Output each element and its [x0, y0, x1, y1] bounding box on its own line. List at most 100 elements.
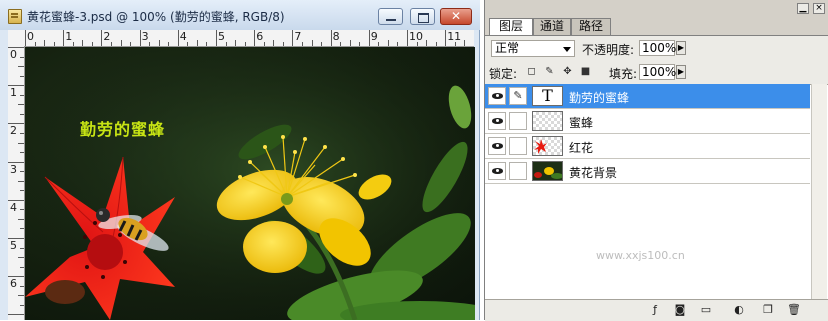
ruler-tick: [426, 40, 427, 46]
ruler-number: 5: [10, 239, 17, 252]
lock-all-icon[interactable]: ■: [580, 66, 591, 77]
ruler-tick: [20, 228, 24, 229]
close-icon: ✕: [441, 9, 471, 24]
visibility-toggle[interactable]: [488, 162, 506, 180]
document-window: 黄花蜜蜂-3.psd @ 100% (勤劳的蜜蜂, RGB/8) ✕ 01234…: [0, 0, 480, 320]
close-button[interactable]: ✕: [440, 8, 472, 25]
image-canvas[interactable]: 勤劳的蜜蜂: [25, 47, 475, 320]
vertical-ruler[interactable]: 0123456: [8, 46, 25, 320]
tab-channels[interactable]: 通道: [533, 18, 571, 35]
background-thumbnail: [533, 162, 562, 180]
ruler-tick: [464, 40, 465, 46]
layer-style-icon[interactable]: ƒ: [648, 303, 662, 317]
lock-image-pixels-icon[interactable]: ✎: [544, 66, 555, 77]
ruler-tick: [111, 42, 112, 46]
ruler-tick: [18, 257, 24, 258]
ruler-number: 0: [10, 48, 17, 61]
ruler-number: 3: [10, 163, 17, 176]
visibility-toggle[interactable]: [488, 87, 506, 105]
layer-thumbnail: [532, 136, 563, 156]
layer-name: 黄花背景: [569, 164, 617, 181]
canvas-artwork: [25, 47, 475, 320]
ruler-tick: [63, 30, 64, 46]
link-toggle[interactable]: [509, 162, 527, 180]
layer-name: 勤劳的蜜蜂: [569, 89, 629, 106]
chevron-right-icon: ▶: [678, 43, 684, 52]
ruler-number: 6: [10, 277, 17, 290]
layers-bottom-toolbar: ƒ ◙ ▭ ◐ ❐ 🗑: [485, 299, 828, 321]
close-icon: ×: [815, 3, 823, 13]
brush-link-toggle[interactable]: ✎: [509, 87, 527, 105]
opacity-slider-button[interactable]: ▶: [676, 41, 686, 55]
ruler-tick: [321, 42, 322, 46]
link-toggle[interactable]: [509, 112, 527, 130]
ruler-tick: [20, 57, 24, 58]
ruler-number: 2: [103, 30, 110, 43]
minimize-button[interactable]: [378, 8, 403, 25]
red-flower-thumbnail: [533, 137, 562, 155]
ruler-number: 1: [65, 30, 72, 43]
ruler-tick: [197, 40, 198, 46]
canvas-text-layer[interactable]: 勤劳的蜜蜂: [80, 116, 165, 140]
layer-name: 蜜蜂: [569, 114, 593, 131]
adjustment-layer-icon[interactable]: ◐: [732, 303, 746, 317]
ruler-tick: [407, 30, 408, 46]
blend-mode-select[interactable]: 正常: [491, 40, 575, 57]
ruler-tick: [264, 42, 265, 46]
ruler-number: 3: [142, 30, 149, 43]
tab-layers[interactable]: 图层: [489, 18, 533, 36]
ruler-tick: [25, 30, 26, 46]
opacity-input[interactable]: 100%: [639, 40, 675, 56]
ruler-tick: [82, 40, 83, 46]
ruler-tick: [18, 219, 24, 220]
ruler-tick: [121, 40, 122, 46]
ruler-number: 9: [371, 30, 378, 43]
ruler-tick: [20, 95, 24, 96]
ruler-tick: [20, 190, 24, 191]
ruler-tick: [18, 143, 24, 144]
layer-row-red-flower[interactable]: 红花: [485, 134, 810, 159]
visibility-toggle[interactable]: [488, 137, 506, 155]
document-titlebar[interactable]: 黄花蜜蜂-3.psd @ 100% (勤劳的蜜蜂, RGB/8) ✕: [0, 0, 480, 30]
ruler-number: 1: [10, 86, 17, 99]
ruler-tick: [35, 42, 36, 46]
fill-slider-button[interactable]: ▶: [676, 65, 686, 79]
link-toggle[interactable]: [509, 137, 527, 155]
layers-scrollbar[interactable]: [811, 84, 827, 299]
new-layer-icon[interactable]: ❐: [761, 303, 775, 317]
ruler-tick: [168, 42, 169, 46]
lock-position-icon[interactable]: ✥: [562, 66, 573, 77]
delete-layer-icon[interactable]: 🗑: [787, 303, 801, 317]
layer-thumbnail: T: [532, 86, 563, 106]
minimize-icon: ▁: [800, 3, 807, 13]
ruler-tick: [20, 209, 24, 210]
layer-row-bee[interactable]: 蜜蜂: [485, 109, 810, 134]
ruler-tick: [388, 40, 389, 46]
layer-thumbnail: [532, 161, 563, 181]
minimize-icon: [386, 19, 396, 21]
ruler-tick: [18, 66, 24, 67]
ruler-number: 0: [27, 30, 34, 43]
layer-row-background[interactable]: 黄花背景: [485, 159, 810, 184]
ruler-tick: [20, 152, 24, 153]
lock-transparent-pixels-icon[interactable]: ◻: [526, 66, 537, 77]
tab-paths[interactable]: 路径: [571, 18, 611, 35]
panel-minimize-button[interactable]: ▁: [797, 3, 809, 14]
ruler-tick: [445, 30, 446, 46]
ruler-tick: [369, 30, 370, 46]
blend-mode-value: 正常: [495, 41, 519, 55]
ruler-tick: [359, 42, 360, 46]
layer-mask-icon[interactable]: ◙: [673, 303, 687, 317]
eye-icon: [492, 143, 503, 149]
fill-input[interactable]: 100%: [639, 64, 675, 80]
horizontal-ruler[interactable]: 01234567891011: [8, 30, 474, 47]
new-group-icon[interactable]: ▭: [699, 303, 713, 317]
ruler-tick: [397, 42, 398, 46]
ruler-number: 2: [10, 124, 17, 137]
watermark-text: www.xxjs100.cn: [596, 249, 685, 262]
ruler-tick: [20, 267, 24, 268]
visibility-toggle[interactable]: [488, 112, 506, 130]
panel-close-button[interactable]: ×: [813, 3, 825, 14]
layer-row-text[interactable]: ✎ T 勤劳的蜜蜂: [485, 84, 810, 109]
maximize-button[interactable]: [410, 8, 435, 25]
